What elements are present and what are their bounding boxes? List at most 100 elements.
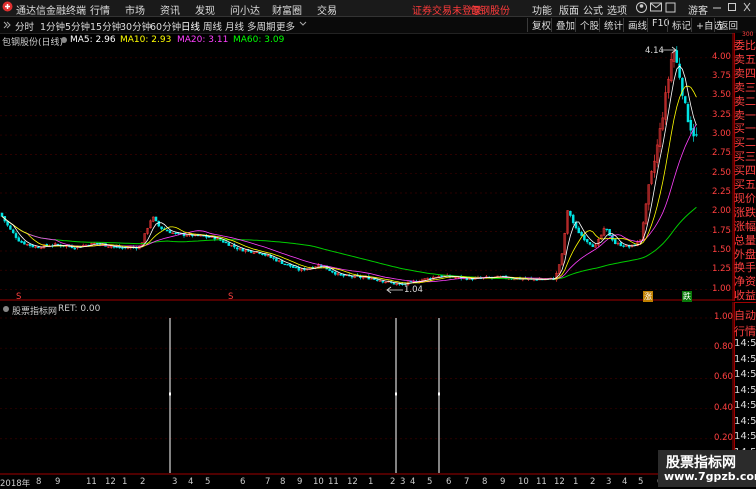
candlestick: [689, 116, 693, 135]
price-tick-label: 4.00: [712, 51, 731, 62]
tick-time: 14:56: [734, 431, 756, 442]
user-icon[interactable]: [636, 2, 647, 16]
x-axis-label: 5: [205, 477, 211, 487]
candlestick: [224, 241, 228, 244]
stock-link[interactable]: 包钢股份: [470, 2, 510, 17]
price-tick-label: 1.50: [712, 244, 731, 255]
x-axis-label: 1: [368, 477, 374, 487]
menu-wenxiaoda[interactable]: 问小达: [230, 2, 260, 17]
candlestick: [261, 253, 264, 256]
kline-chart[interactable]: [0, 33, 734, 301]
menu-gongshi[interactable]: 公式: [583, 2, 603, 17]
candlestick: [650, 170, 653, 186]
tab-monthly[interactable]: 月线: [225, 19, 244, 33]
minimize-icon[interactable]: [712, 0, 722, 17]
tab-multi-period[interactable]: 多周期: [247, 19, 276, 33]
tab-more[interactable]: 更多: [276, 19, 295, 33]
watermark-url: www.7gpzb.com: [664, 470, 756, 483]
candlestick: [664, 85, 667, 125]
x-axis-label: 6: [446, 477, 452, 487]
skin-icon[interactable]: [665, 2, 676, 16]
x-axis-label: 1: [122, 477, 128, 487]
candlestick: [594, 243, 597, 248]
candlestick: [661, 111, 665, 132]
mark-button[interactable]: 标记: [667, 18, 691, 32]
tab-60min[interactable]: 60分钟: [150, 19, 181, 33]
candlestick: [272, 256, 275, 261]
candlestick: [182, 232, 186, 238]
tab-1min[interactable]: 1分钟: [40, 19, 65, 33]
back-button[interactable]: 返回: [714, 18, 738, 32]
x-axis-label: 9: [55, 477, 61, 487]
price-tick-label: 3.25: [712, 109, 731, 120]
candlestick: [653, 154, 656, 178]
user-name[interactable]: 游客: [688, 2, 708, 17]
candlestick: [154, 216, 158, 222]
low-label: 1.04: [404, 285, 423, 295]
overlay-button[interactable]: 叠加: [551, 18, 575, 32]
candlestick: [174, 232, 177, 235]
candlestick: [577, 225, 581, 234]
close-icon[interactable]: [742, 0, 752, 17]
price-tick-label: 2.50: [712, 167, 731, 178]
menu-caifuquan[interactable]: 财富圈: [272, 2, 302, 17]
candlestick: [269, 253, 273, 259]
candlestick: [339, 273, 343, 276]
x-axis-label: 2: [140, 477, 146, 487]
chevron-down-icon[interactable]: [299, 20, 307, 31]
candlestick: [569, 210, 572, 218]
candlestick: [611, 233, 614, 242]
tab-fenshi[interactable]: 分时: [15, 19, 34, 33]
tab-5min[interactable]: 5分钟: [65, 19, 90, 33]
indicator-tick-label: 0.80: [714, 342, 733, 353]
app-logo-icon: [2, 1, 13, 15]
menu-faxian[interactable]: 发现: [195, 2, 215, 17]
candlestick: [157, 220, 161, 228]
menu-gongneng[interactable]: 功能: [532, 2, 552, 17]
indicator-chart[interactable]: [0, 302, 734, 475]
tab-weekly[interactable]: 周线: [203, 19, 222, 33]
price-tick-label: 2.25: [712, 187, 731, 198]
menu-jiaoyi[interactable]: 交易: [317, 2, 337, 17]
ma60-line: [1, 206, 697, 280]
tab-15min[interactable]: 15分钟: [90, 19, 121, 33]
x-axis-label: 2: [390, 477, 396, 487]
candlestick: [591, 243, 595, 247]
tab-30min[interactable]: 30分钟: [120, 19, 151, 33]
x-axis-label: 7: [265, 477, 271, 487]
indicator-tick-label: 0.40: [714, 402, 733, 413]
menu-hangqing[interactable]: 行情: [90, 2, 110, 17]
candlestick: [644, 202, 648, 226]
candlestick: [233, 242, 236, 249]
menu-banmian[interactable]: 版面: [559, 2, 579, 17]
signal-dot: [395, 392, 397, 396]
high-arrow-icon: [661, 46, 677, 54]
menu-shichang[interactable]: 市场: [125, 2, 145, 17]
candlestick: [171, 232, 175, 235]
sell-marker: S: [16, 292, 22, 302]
x-axis-label: 12: [105, 477, 116, 487]
period-toolbar: 分时 1分钟 5分钟 15分钟 30分钟 60分钟 日线 周线 月线 多周期 更…: [0, 17, 756, 34]
signal-dot: [438, 392, 440, 396]
menu-xuanxiang[interactable]: 选项: [607, 2, 627, 17]
candlestick: [655, 139, 659, 168]
menu-zixun[interactable]: 资讯: [160, 2, 180, 17]
mail-icon[interactable]: [650, 2, 662, 15]
maximize-icon[interactable]: [727, 0, 737, 17]
tab-daily[interactable]: 日线: [181, 19, 200, 33]
stock-button[interactable]: 个股: [575, 18, 599, 32]
candlestick: [20, 239, 23, 244]
fuquan-button[interactable]: 复权: [527, 18, 551, 32]
x-axis-label: 12: [554, 477, 565, 487]
candlestick: [9, 224, 12, 230]
candlestick: [23, 240, 26, 245]
candlestick: [353, 274, 357, 279]
draw-button[interactable]: 画线: [623, 18, 647, 32]
candlestick: [571, 213, 575, 225]
candlestick: [658, 122, 662, 153]
stats-button[interactable]: 统计: [599, 18, 623, 32]
price-tick-label: 1.25: [712, 264, 731, 275]
candlestick: [647, 184, 651, 211]
x-axis-label: 4: [622, 477, 628, 487]
expand-icon[interactable]: [2, 20, 12, 33]
